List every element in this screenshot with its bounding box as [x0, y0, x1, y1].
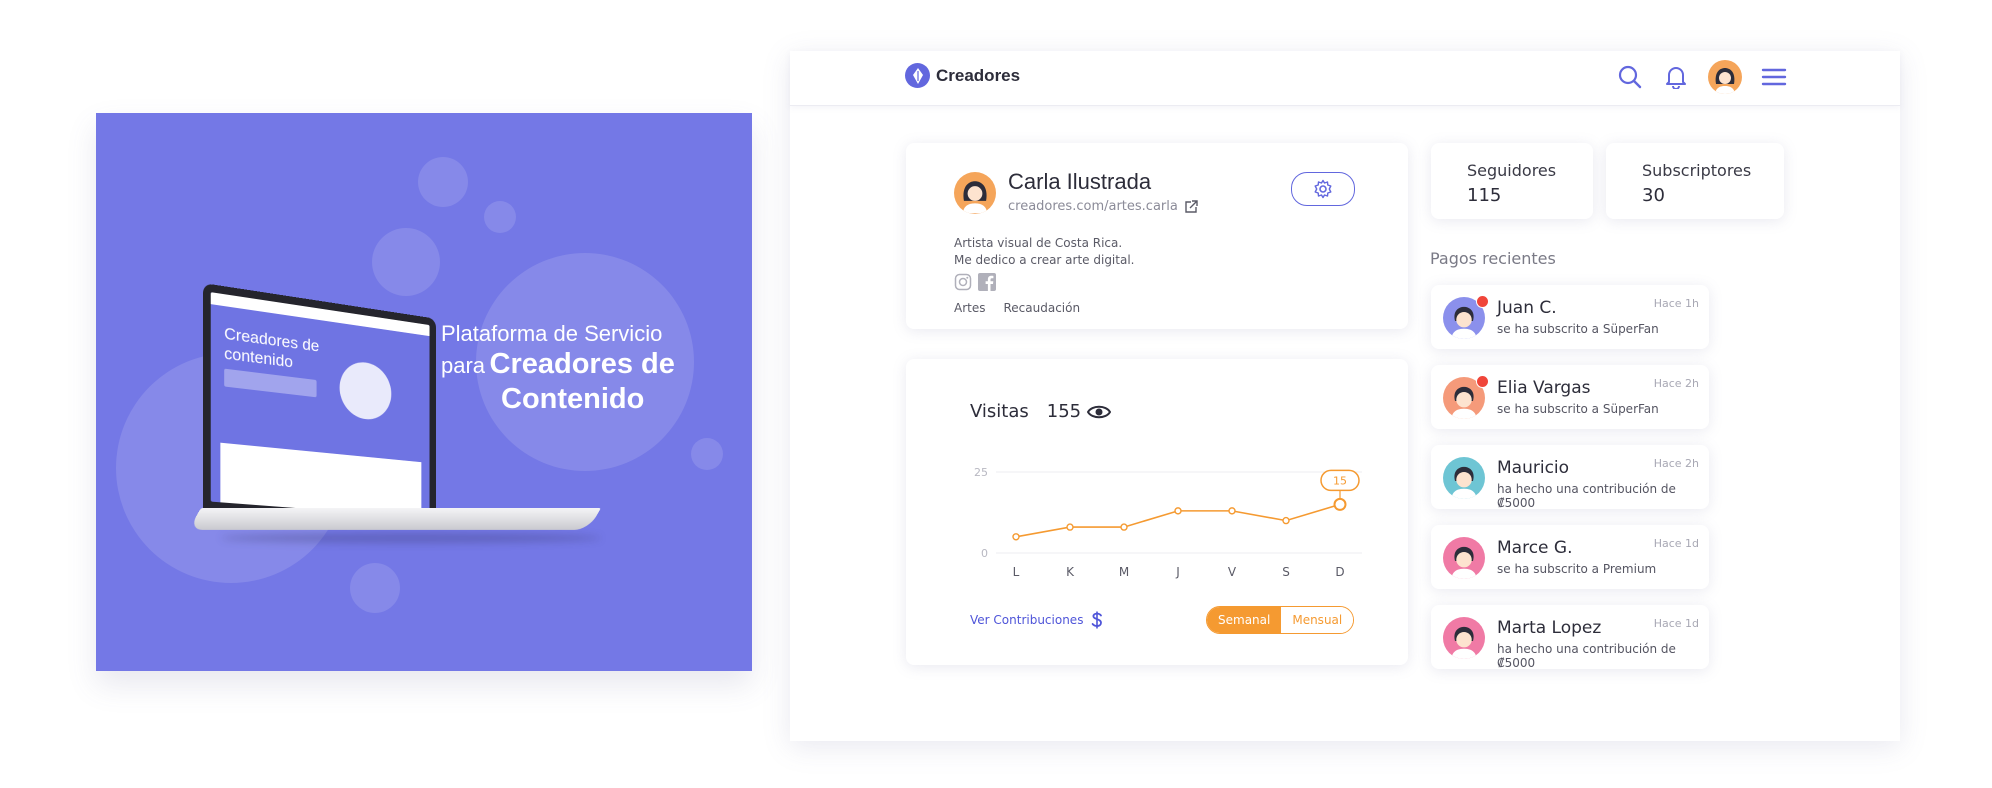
y-tick-label: 0 [981, 547, 988, 560]
payment-name: Juan C. [1497, 298, 1557, 318]
payment-description: se ha subscrito a SüperFan [1497, 402, 1659, 416]
x-tick-label: V [1228, 565, 1237, 579]
profile-tabs: Artes Recaudación [954, 301, 1080, 315]
x-tick-label: D [1335, 565, 1344, 579]
promo-title: Plataforma de Servicio para Creadores de… [441, 321, 675, 417]
decor-bubble [691, 438, 723, 470]
subscribers-card: Subscriptores 30 [1606, 143, 1784, 219]
decor-bubble [484, 201, 516, 233]
avatar [1443, 617, 1485, 659]
period-toggle: Semanal Mensual [1206, 606, 1355, 634]
brand-logo-icon [905, 63, 930, 88]
brand[interactable]: Creadores [905, 63, 1020, 88]
top-actions [1616, 60, 1788, 94]
payment-name: Mauricio [1497, 458, 1570, 478]
menu-icon[interactable] [1760, 60, 1788, 94]
payment-item[interactable]: Mauricio ha hecho una contribución de ₡50… [1431, 445, 1709, 510]
payment-description: ha hecho una contribución de ₡5000 [1497, 642, 1676, 670]
followers-label: Seguidores [1467, 161, 1557, 180]
subscribers-value: 30 [1642, 185, 1665, 206]
tab-artes[interactable]: Artes [954, 301, 985, 315]
profile-bio: Artista visual de Costa Rica. Me dedico … [954, 235, 1134, 269]
tab-recaudacion[interactable]: Recaudación [1003, 301, 1080, 315]
social-links [954, 273, 996, 291]
instagram-icon[interactable] [954, 273, 972, 291]
avatar[interactable] [1708, 60, 1742, 94]
payment-description: se ha subscrito a SüperFan [1497, 322, 1659, 336]
highlight-label: 15 [1333, 474, 1347, 487]
toggle-weekly[interactable]: Semanal [1207, 607, 1282, 633]
x-tick-label: M [1119, 565, 1129, 579]
payment-item[interactable]: Marce G. se ha subscrito a Premium Hace 1d [1431, 525, 1709, 589]
profile-url-text[interactable]: creadores.com/artes.carla [1008, 199, 1178, 214]
bell-icon[interactable] [1662, 60, 1690, 94]
x-tick-label: J [1175, 565, 1180, 579]
gear-icon [1314, 179, 1332, 199]
profile-avatar [954, 172, 996, 214]
contributions-label[interactable]: Ver Contribuciones [970, 613, 1083, 627]
payment-name: Elia Vargas [1497, 378, 1591, 398]
data-point [1174, 507, 1182, 515]
promo-banner: Creadores de contenido Plataforma de Ser… [96, 113, 752, 671]
data-point [1282, 516, 1290, 525]
decor-bubble [418, 157, 468, 207]
x-tick-label: S [1282, 565, 1290, 579]
laptop-lid: Creadores de contenido [203, 283, 437, 528]
promo-title-prefix: para [441, 353, 486, 379]
bio-line: Artista visual de Costa Rica. [954, 236, 1123, 250]
settings-button[interactable] [1291, 172, 1355, 206]
payment-name: Marta Lopez [1497, 618, 1602, 638]
visits-card: Visitas 155 25 0 L K M J V S D 15 Ver Contribucio… [906, 359, 1408, 665]
subscribers-label: Subscriptores [1642, 161, 1752, 180]
promo-title-line3: Contenido [501, 383, 645, 416]
laptop-base [188, 508, 602, 530]
promo-title-line1: Plataforma de Servicio [441, 321, 663, 346]
payment-description: ha hecho una contribución de ₡5000 [1497, 482, 1676, 510]
bio-line: Me dedico a crear arte digital. [954, 253, 1135, 267]
payment-name: Marce G. [1497, 538, 1573, 558]
brand-name: Creadores [936, 65, 1021, 85]
profile-url[interactable]: creadores.com/artes.carla [1008, 199, 1198, 214]
payment-time: Hace 2h [1653, 377, 1699, 390]
toggle-monthly[interactable]: Mensual [1281, 607, 1354, 633]
followers-card: Seguidores 115 [1431, 143, 1593, 219]
facebook-icon[interactable] [978, 273, 996, 291]
external-link-icon[interactable] [1184, 199, 1198, 214]
x-tick-label: L [1013, 565, 1020, 579]
payment-item[interactable]: Marta Lopez ha hecho una contribución de … [1431, 605, 1709, 670]
profile-name: Carla Ilustrada [1008, 169, 1152, 194]
unread-dot [1476, 295, 1489, 308]
visits-chart: 25 0 L K M J V S D 15 [974, 466, 1362, 579]
y-tick-label: 25 [974, 466, 988, 479]
data-point [1012, 533, 1020, 541]
payment-time: Hace 1d [1653, 617, 1699, 630]
payment-time: Hace 1d [1653, 537, 1699, 550]
laptop-screen-title: Creadores de contenido [224, 323, 320, 371]
promo-title-big: Creadores de [489, 348, 675, 381]
x-tick-label: K [1066, 565, 1075, 579]
data-point [1120, 523, 1128, 531]
payment-description: se ha subscrito a Premium [1497, 562, 1657, 576]
app-window: Creadores Carla Ilustrada creadores.com/… [790, 51, 1900, 741]
followers-value: 115 [1467, 185, 1502, 206]
payment-time: Hace 1h [1653, 297, 1699, 310]
recent-payments-title: Pagos recientes [1430, 249, 1556, 268]
data-point [1228, 507, 1236, 515]
dollar-icon [1092, 611, 1103, 629]
avatar [1443, 457, 1485, 499]
payment-item[interactable]: Juan C. se ha subscrito a SüperFan Hace 1h [1431, 285, 1709, 349]
payment-item[interactable]: Elia Vargas se ha subscrito a SüperFan Hac… [1431, 365, 1709, 429]
data-point [1333, 497, 1347, 511]
profile-card: Carla Ilustrada creadores.com/artes.carl… [906, 143, 1408, 329]
search-icon[interactable] [1616, 60, 1644, 94]
avatar [1443, 537, 1485, 579]
contributions-link[interactable]: Ver Contribuciones [970, 611, 1103, 629]
unread-dot [1476, 375, 1489, 388]
data-point [1066, 523, 1074, 531]
laptop-screen: Creadores de contenido [210, 292, 430, 519]
top-bar: Creadores [790, 51, 1900, 106]
payment-time: Hace 2h [1653, 457, 1699, 470]
